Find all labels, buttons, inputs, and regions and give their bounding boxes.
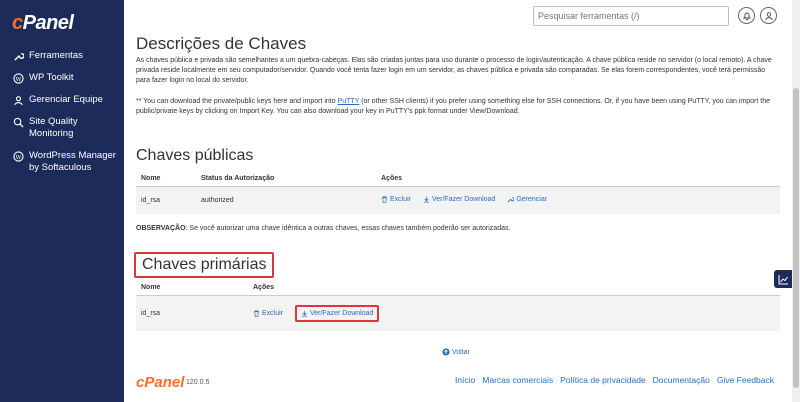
putty-link[interactable]: PuTTY — [338, 98, 360, 105]
wrench-icon — [507, 197, 515, 203]
wordpress-icon: W — [12, 150, 24, 162]
observation-text: : Se você autorizar uma chave idêntica a… — [185, 225, 511, 232]
sidebar-item-label: WP Toolkit — [29, 72, 74, 83]
delete-label: Excluir — [262, 310, 284, 317]
col-name: Nome — [136, 171, 196, 187]
putty-note: ** You can download the private/public k… — [136, 97, 776, 117]
user-menu-button[interactable] — [760, 7, 777, 24]
manage-button[interactable]: Gerenciar — [507, 196, 547, 203]
view-download-label: Ver/Fazer Download — [309, 310, 374, 317]
key-description: As chaves pública e privada são semelhan… — [136, 57, 772, 84]
sidebar-item-ferramentas[interactable]: Ferramentas — [0, 48, 124, 64]
sidebar: cPanel Ferramentas W WP Toolkit Gerencia… — [0, 0, 124, 402]
actions-cell: Excluir Ver/Fazer Download — [248, 295, 780, 331]
footer-version: 120.0.5 — [186, 379, 210, 386]
footer-link-marcas[interactable]: Marcas comerciais — [482, 375, 553, 385]
footer-link-feedback[interactable]: Give Feedback — [717, 375, 774, 385]
actions-cell: Excluir Ver/Fazer Download Gerenciar — [376, 186, 780, 214]
scrollbar[interactable] — [792, 0, 800, 402]
search-input[interactable] — [533, 6, 729, 26]
key-name: id_rsa — [136, 186, 196, 214]
sidebar-item-label: WordPress Manager by Softaculous — [29, 150, 116, 173]
wordpress-icon: W — [12, 72, 24, 84]
delete-button[interactable]: Excluir — [381, 196, 411, 203]
user-icon — [764, 11, 773, 20]
svg-text:W: W — [15, 154, 21, 160]
page-title: Descrições de Chaves — [136, 34, 307, 53]
back-label: Voltar — [452, 348, 470, 356]
private-keys-heading: Chaves primárias — [134, 252, 275, 278]
sidebar-nav: Ferramentas W WP Toolkit Gerenciar Equip… — [0, 48, 124, 182]
sidebar-item-site-quality[interactable]: Site Quality Monitoring — [0, 114, 124, 142]
observation-label: OBSERVAÇÃO — [136, 225, 186, 232]
footer-link-privacidade[interactable]: Política de privacidade — [560, 375, 646, 385]
download-icon — [301, 310, 308, 317]
scroll-thumb[interactable] — [793, 88, 799, 388]
table-row: id_rsa authorized Excluir Ver/Fazer Down… — [136, 186, 780, 214]
delete-label: Excluir — [390, 196, 412, 203]
col-name: Nome — [136, 280, 248, 296]
download-icon — [423, 196, 430, 203]
view-download-button[interactable]: Ver/Fazer Download — [423, 196, 495, 203]
wrench-icon — [12, 50, 24, 62]
footer-link-documentacao[interactable]: Documentação — [653, 375, 710, 385]
auth-status: authorized — [196, 186, 376, 214]
footer-logo: cPanel — [136, 374, 185, 391]
sidebar-item-wordpress-manager[interactable]: W WordPress Manager by Softaculous — [0, 148, 124, 176]
cpanel-logo[interactable]: cPanel — [12, 12, 74, 35]
manage-label: Gerenciar — [516, 196, 548, 203]
view-download-button[interactable]: Ver/Fazer Download — [294, 305, 380, 322]
footer-link-inicio[interactable]: Início — [455, 375, 475, 385]
back-link[interactable]: Voltar — [442, 348, 470, 356]
view-download-label: Ver/Fazer Download — [431, 196, 496, 203]
arrow-up-circle-icon — [442, 348, 450, 356]
sidebar-item-label: Ferramentas — [29, 50, 83, 61]
delete-button[interactable]: Excluir — [253, 310, 283, 317]
putty-note-pre: ** You can download the private/public k… — [136, 98, 338, 105]
trash-icon — [253, 310, 260, 317]
notifications-button[interactable] — [738, 7, 755, 24]
svg-text:W: W — [15, 76, 21, 82]
monitor-icon — [12, 116, 24, 128]
sidebar-item-gerenciar-equipe[interactable]: Gerenciar Equipe — [0, 92, 124, 108]
chart-icon — [778, 274, 788, 284]
private-keys-table: Nome Ações id_rsa Excluir Ver/Fazer Down… — [136, 280, 780, 331]
public-keys-table: Nome Status da Autorização Ações id_rsa … — [136, 171, 780, 214]
sidebar-item-label: Gerenciar Equipe — [29, 94, 103, 105]
bell-icon — [742, 12, 751, 20]
col-actions: Ações — [376, 171, 780, 187]
observation-note: OBSERVAÇÃO: Se você autorizar uma chave … — [136, 225, 510, 232]
trash-icon — [381, 196, 388, 203]
sidebar-item-wp-toolkit[interactable]: W WP Toolkit — [0, 70, 124, 86]
stats-panel-toggle[interactable] — [774, 270, 792, 288]
col-status: Status da Autorização — [196, 171, 376, 187]
footer-links: Início Marcas comerciais Política de pri… — [455, 375, 774, 385]
col-actions: Ações — [248, 280, 780, 296]
users-icon — [12, 94, 24, 106]
sidebar-item-label: Site Quality Monitoring — [29, 116, 78, 139]
table-row: id_rsa Excluir Ver/Fazer Download — [136, 295, 780, 331]
key-name: id_rsa — [136, 295, 248, 331]
public-keys-heading: Chaves públicas — [136, 147, 254, 164]
